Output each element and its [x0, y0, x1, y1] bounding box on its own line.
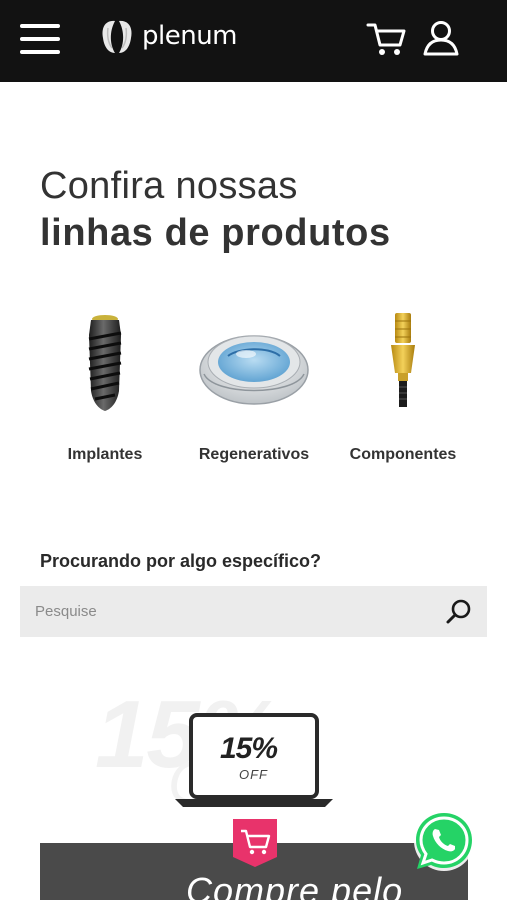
product-line-componentes[interactable]: Componentes [328, 300, 478, 470]
heading-line-2: linhas de produtos [40, 212, 391, 254]
search-icon [446, 599, 471, 624]
product-lines-heading: Confira nossas linhas de produtos [40, 163, 480, 257]
brand-logo[interactable]: plenum [98, 17, 238, 57]
promo-off: OFF [239, 767, 268, 782]
plenum-logo-icon [102, 20, 132, 53]
whatsapp-button[interactable] [410, 807, 478, 875]
product-label: Componentes [349, 446, 457, 463]
regenerative-membrane-image [179, 300, 329, 420]
search-input[interactable] [20, 586, 440, 637]
cart-button[interactable] [366, 20, 408, 58]
component-abutment-image [328, 300, 478, 420]
search-heading: Procurando por algo específico? [40, 551, 322, 571]
product-line-regenerativos[interactable]: Regenerativos [179, 300, 329, 470]
account-button[interactable] [421, 18, 461, 58]
cart-badge-icon [233, 819, 277, 867]
promo-discount: 15% [220, 732, 278, 765]
search-button[interactable] [445, 598, 473, 626]
menu-bar [20, 37, 60, 41]
promo-banner[interactable]: 15% OFF 15% OFF Compre pelo [40, 681, 468, 900]
implant-image [30, 300, 180, 420]
whatsapp-icon [414, 811, 474, 871]
menu-bar [20, 24, 60, 28]
product-label: Implantes [67, 446, 143, 463]
cart-icon [366, 23, 406, 55]
menu-bar [20, 50, 60, 54]
promo-cta-text: Compre pelo [186, 870, 404, 900]
product-line-implantes[interactable]: Implantes [30, 300, 180, 470]
search-bar [20, 586, 487, 637]
product-label: Regenerativos [198, 446, 310, 463]
user-icon [423, 21, 459, 56]
heading-line-1: Confira nossas [40, 165, 298, 207]
brand-name: plenum [142, 20, 238, 51]
top-navbar: plenum [0, 0, 507, 82]
hamburger-menu-button[interactable] [18, 21, 62, 57]
